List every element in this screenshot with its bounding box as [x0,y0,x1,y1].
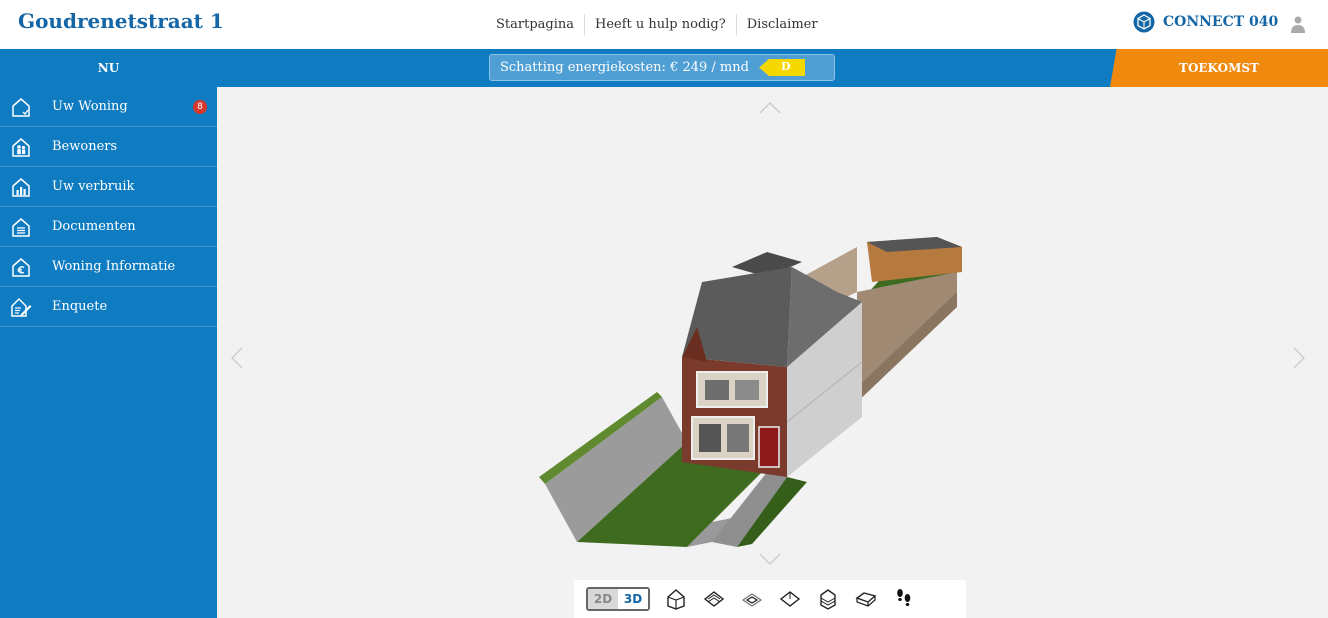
page-title: Goudrenetstraat 1 [18,9,224,33]
sidebar-item-bewoners[interactable]: Bewoners [0,127,217,167]
house-euro-icon [12,258,30,277]
cube-outline-icon[interactable] [664,587,688,611]
house-people-icon [12,138,30,157]
sidebar-item-uw-woning[interactable]: Uw Woning 8 [0,87,217,127]
notification-badge: 8 [193,100,207,114]
view-3d-button[interactable]: 3D [618,589,648,609]
sidebar-item-label: Uw verbruik [52,179,135,194]
view-toolbar: 2D 3D [574,580,966,618]
sidebar-item-documenten[interactable]: Documenten [0,207,217,247]
brand-logo[interactable]: CONNECT 040 [1133,11,1278,33]
house-stack-icon[interactable] [816,587,840,611]
house-chart-icon [12,178,30,197]
energy-cost-estimate: Schatting energiekosten: € 249 / mnd D [489,54,835,81]
3d-house-viewer[interactable]: 2D 3D [217,87,1328,618]
mode-bar: NU Schatting energiekosten: € 249 / mnd … [0,49,1328,87]
sidebar: Uw Woning 8 Bewoners Uw verbruik Documen… [0,87,217,618]
house-roof-layer-icon[interactable] [702,587,726,611]
sidebar-item-label: Enquete [52,299,108,314]
connect-logo-icon [1133,11,1155,33]
sidebar-item-label: Woning Informatie [52,259,176,274]
view-mode-toggle: 2D 3D [586,587,650,611]
survey-pen-icon [11,297,32,317]
header: Goudrenetstraat 1 Startpagina Heeft u hu… [0,0,1328,49]
house-outline-icon [12,98,30,117]
tab-nu[interactable]: NU [0,49,217,87]
footsteps-icon[interactable] [892,587,916,611]
chevron-left-icon[interactable] [231,347,243,369]
energy-label-value: D [780,60,791,73]
sidebar-item-label: Uw Woning [52,99,128,114]
chevron-up-icon[interactable] [759,102,781,114]
house-plane-icon[interactable] [778,587,802,611]
sidebar-item-label: Bewoners [52,139,118,154]
house-side-icon[interactable] [854,587,878,611]
view-2d-button[interactable]: 2D [588,589,618,609]
nav-disclaimer[interactable]: Disclaimer [737,17,828,32]
tab-toekomst[interactable]: TOEKOMST [1110,49,1328,87]
house-document-icon [12,218,30,237]
sidebar-item-woning-informatie[interactable]: Woning Informatie [0,247,217,287]
sidebar-item-enquete[interactable]: Enquete [0,287,217,327]
sidebar-item-label: Documenten [52,219,136,234]
chevron-right-icon[interactable] [1293,347,1305,369]
nav-help[interactable]: Heeft u hulp nodig? [585,17,736,32]
energy-label-badge: D [758,59,805,76]
house-floor-layer-icon[interactable] [740,587,764,611]
house-3d-model[interactable] [537,232,977,552]
energy-cost-text: Schatting energiekosten: € 249 / mnd [500,60,749,75]
chevron-down-icon[interactable] [759,553,781,565]
nav-startpagina[interactable]: Startpagina [486,17,584,32]
brand-name: CONNECT 040 [1163,14,1279,30]
top-nav: Startpagina Heeft u hulp nodig? Disclaim… [486,0,828,49]
user-icon[interactable] [1290,15,1306,35]
sidebar-item-uw-verbruik[interactable]: Uw verbruik [0,167,217,207]
